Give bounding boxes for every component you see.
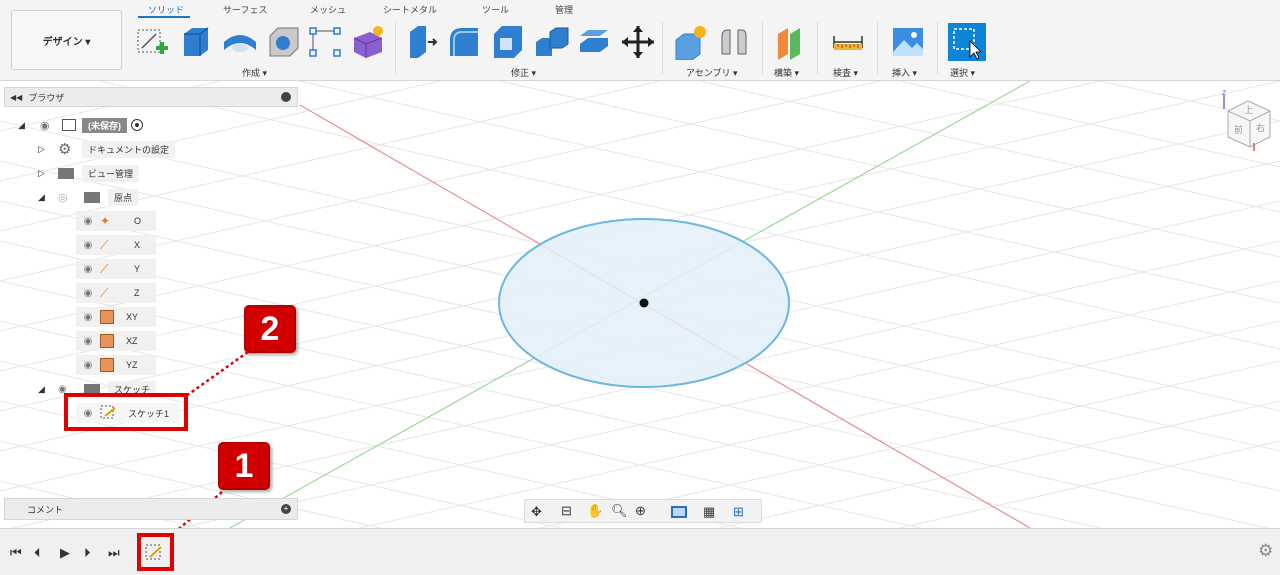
callout-connector-lines: [159, 350, 249, 546]
viewports-icon[interactable]: ⊞: [733, 504, 744, 520]
timeline-bar: ⏮ ⏴ ▶ ⏵ ⏭ ⚙: [0, 528, 1280, 575]
timeline-settings-gear-icon[interactable]: ⚙: [1258, 541, 1273, 561]
navigation-toolbar: ✥ ⊟ ✋ 🔍︎ ⊕ ▦ ⊞: [524, 499, 762, 523]
display-settings-icon[interactable]: [671, 506, 687, 518]
play-icon[interactable]: ▶: [60, 545, 70, 561]
step-back-icon[interactable]: ⏴: [34, 545, 41, 561]
step-forward-icon[interactable]: ⏵: [84, 545, 91, 561]
comment-title: コメント: [27, 504, 64, 515]
go-to-end-icon[interactable]: ⏭: [108, 545, 120, 561]
fit-icon[interactable]: ⊕: [635, 503, 646, 519]
go-to-start-icon[interactable]: ⏮: [10, 545, 22, 561]
look-at-icon[interactable]: ⊟: [561, 503, 572, 519]
comment-panel-header[interactable]: コメント +: [4, 498, 298, 520]
orbit-icon[interactable]: ✥: [531, 504, 542, 520]
grid-settings-icon[interactable]: ▦: [703, 504, 715, 520]
callout-highlight-timeline-sketch: [137, 533, 174, 571]
add-comment-icon[interactable]: +: [281, 504, 291, 514]
pan-icon[interactable]: ✋: [587, 503, 603, 519]
zoom-icon[interactable]: 🔍︎: [611, 503, 628, 519]
callout-badge-1: 1: [218, 442, 270, 490]
